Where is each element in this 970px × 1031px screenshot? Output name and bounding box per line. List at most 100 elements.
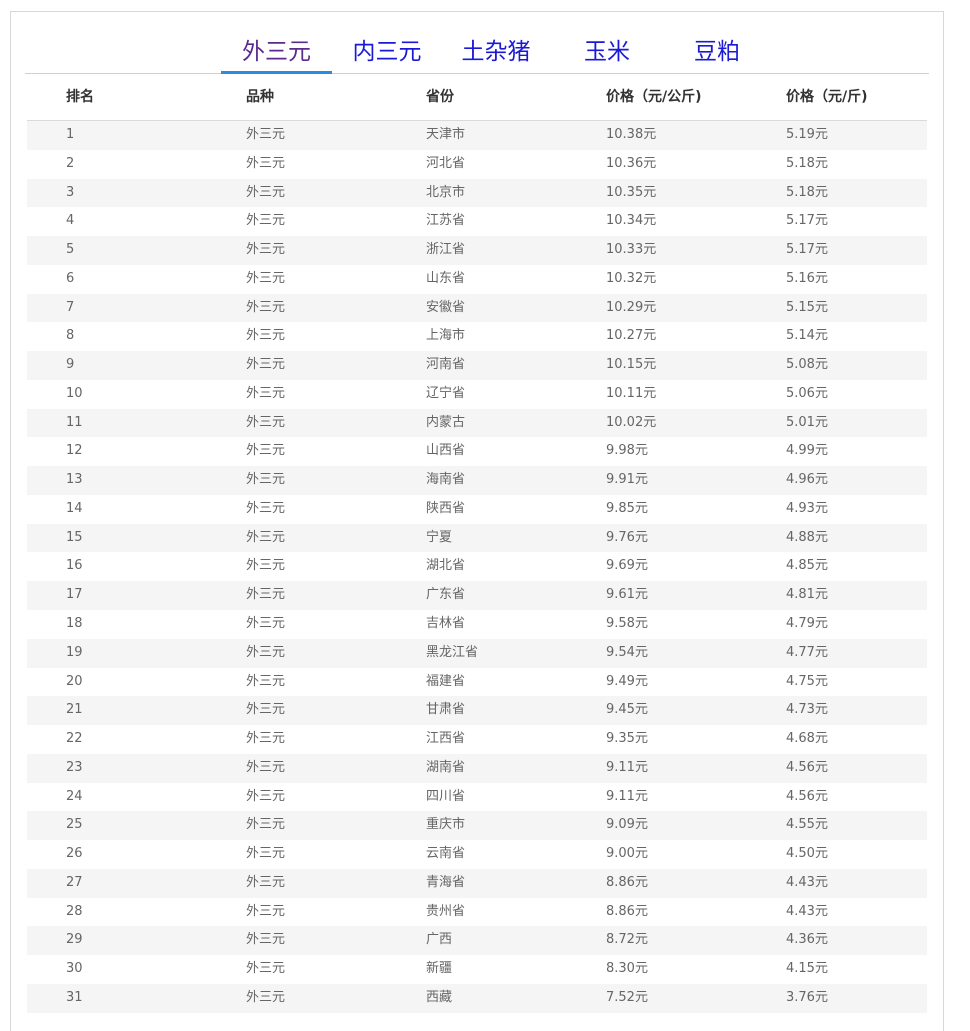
cell-variety: 外三元 [246, 529, 286, 545]
cell-variety: 外三元 [246, 817, 286, 833]
table-row: 27 外三元 青海省 8.86元 4.43元 [27, 868, 927, 898]
table-row: 11 外三元 内蒙古 10.02元 5.01元 [27, 408, 927, 438]
cell-province: 陕西省 [426, 500, 466, 516]
cell-province: 广东省 [426, 587, 466, 603]
table-row: 26 外三元 云南省 9.00元 4.50元 [27, 840, 927, 869]
cell-province: 江西省 [426, 731, 466, 747]
cell-rank: 12 [66, 443, 83, 459]
cell-province: 河北省 [426, 155, 466, 171]
cell-rank: 28 [66, 903, 83, 919]
cell-variety: 外三元 [246, 788, 286, 804]
cell-price-per-kg: 9.58元 [606, 616, 648, 632]
table-row: 20 外三元 福建省 9.49元 4.75元 [27, 668, 927, 697]
cell-province: 云南省 [426, 846, 466, 862]
cell-price-per-jin: 5.15元 [786, 299, 828, 315]
tab-nei-san-yuan[interactable]: 内三元 [342, 34, 432, 70]
table-row: 2 外三元 河北省 10.36元 5.18元 [27, 150, 927, 179]
cell-variety: 外三元 [246, 731, 286, 747]
cell-province: 上海市 [426, 328, 466, 344]
table-row: 12 外三元 山西省 9.98元 4.99元 [27, 437, 927, 466]
cell-variety: 外三元 [246, 961, 286, 977]
cell-price-per-kg: 9.11元 [606, 788, 648, 804]
cell-variety: 外三元 [246, 213, 286, 229]
header-province: 省份 [426, 89, 454, 105]
cell-price-per-kg: 10.38元 [606, 127, 657, 142]
cell-price-per-kg: 10.36元 [606, 155, 657, 171]
cell-price-per-kg: 8.86元 [606, 874, 648, 890]
header-variety: 品种 [246, 89, 274, 105]
cell-variety: 外三元 [246, 443, 286, 459]
header-price-per-jin: 价格（元/斤) [786, 89, 868, 105]
tab-wai-san-yuan[interactable]: 外三元 [221, 34, 332, 70]
cell-province: 天津市 [426, 127, 466, 142]
cell-rank: 23 [66, 759, 83, 775]
cell-variety: 外三元 [246, 270, 286, 286]
table-row: 15 外三元 宁夏 9.76元 4.88元 [27, 523, 927, 553]
cell-rank: 30 [66, 961, 83, 977]
cell-price-per-jin: 4.36元 [786, 932, 828, 948]
cell-province: 吉林省 [426, 616, 466, 632]
cell-variety: 外三元 [246, 184, 286, 200]
cell-price-per-kg: 9.11元 [606, 759, 648, 775]
cell-province: 内蒙古 [426, 414, 466, 430]
cell-price-per-kg: 8.30元 [606, 961, 648, 977]
cell-price-per-kg: 10.32元 [606, 270, 657, 286]
cell-province: 新疆 [426, 961, 453, 977]
cell-price-per-kg: 9.98元 [606, 443, 648, 459]
tab-yu-mi[interactable]: 玉米 [571, 34, 643, 70]
tab-tu-za-zhu[interactable]: 土杂猪 [451, 34, 541, 70]
cell-price-per-jin: 4.43元 [786, 903, 828, 919]
cell-price-per-jin: 5.01元 [786, 414, 828, 430]
cell-rank: 24 [66, 788, 83, 804]
cell-variety: 外三元 [246, 414, 286, 430]
tab-dou-po[interactable]: 豆粕 [681, 34, 753, 70]
cell-variety: 外三元 [246, 299, 286, 315]
cell-variety: 外三元 [246, 989, 286, 1005]
cell-price-per-jin: 4.68元 [786, 731, 828, 747]
cell-price-per-kg: 9.54元 [606, 644, 648, 660]
cell-province: 黑龙江省 [426, 644, 479, 660]
cell-price-per-jin: 4.56元 [786, 788, 828, 804]
cell-rank: 8 [66, 328, 75, 344]
cell-price-per-kg: 10.29元 [606, 299, 657, 315]
table-row: 7 外三元 安徽省 10.29元 5.15元 [27, 293, 927, 323]
cell-rank: 10 [66, 385, 83, 401]
cell-province: 宁夏 [426, 529, 453, 545]
price-panel: 外三元 内三元 土杂猪 玉米 豆粕 排名 品种 省份 价格（元/公斤) 价格（元… [10, 11, 944, 1031]
cell-price-per-jin: 4.99元 [786, 443, 828, 459]
table-row: 25 外三元 重庆市 9.09元 4.55元 [27, 811, 927, 841]
table-row: 17 外三元 广东省 9.61元 4.81元 [27, 581, 927, 611]
cell-price-per-kg: 10.27元 [606, 328, 657, 344]
cell-province: 山西省 [426, 443, 466, 459]
cell-province: 甘肃省 [426, 702, 466, 718]
cell-province: 辽宁省 [426, 385, 466, 401]
cell-rank: 31 [66, 989, 83, 1005]
table-row: 3 外三元 北京市 10.35元 5.18元 [27, 178, 927, 208]
cell-variety: 外三元 [246, 472, 286, 488]
cell-rank: 25 [66, 817, 83, 833]
cell-price-per-kg: 9.76元 [606, 529, 648, 545]
cell-price-per-jin: 4.96元 [786, 472, 828, 488]
cell-variety: 外三元 [246, 616, 286, 632]
cell-price-per-kg: 9.61元 [606, 587, 648, 603]
cell-province: 四川省 [426, 788, 466, 804]
cell-variety: 外三元 [246, 874, 286, 890]
cell-rank: 26 [66, 846, 83, 862]
cell-variety: 外三元 [246, 903, 286, 919]
cell-price-per-kg: 9.49元 [606, 673, 648, 689]
cell-price-per-jin: 4.56元 [786, 759, 828, 775]
cell-price-per-jin: 5.18元 [786, 184, 828, 200]
table-row: 5 外三元 浙江省 10.33元 5.17元 [27, 236, 927, 265]
cell-rank: 29 [66, 932, 83, 948]
cell-variety: 外三元 [246, 385, 286, 401]
table-body: 1 外三元 天津市 10.38元 5.19元 2 外三元 河北省 10.36元 5.18元 3 外三元… [27, 121, 927, 1013]
cell-rank: 17 [66, 587, 83, 603]
cell-rank: 14 [66, 500, 83, 516]
table-row: 18 外三元 吉林省 9.58元 4.79元 [27, 610, 927, 639]
cell-price-per-kg: 10.34元 [606, 213, 657, 229]
cell-rank: 2 [66, 155, 75, 171]
cell-rank: 3 [66, 184, 75, 200]
cell-variety: 外三元 [246, 673, 286, 689]
cell-price-per-jin: 5.08元 [786, 357, 828, 373]
cell-province: 贵州省 [426, 903, 466, 919]
